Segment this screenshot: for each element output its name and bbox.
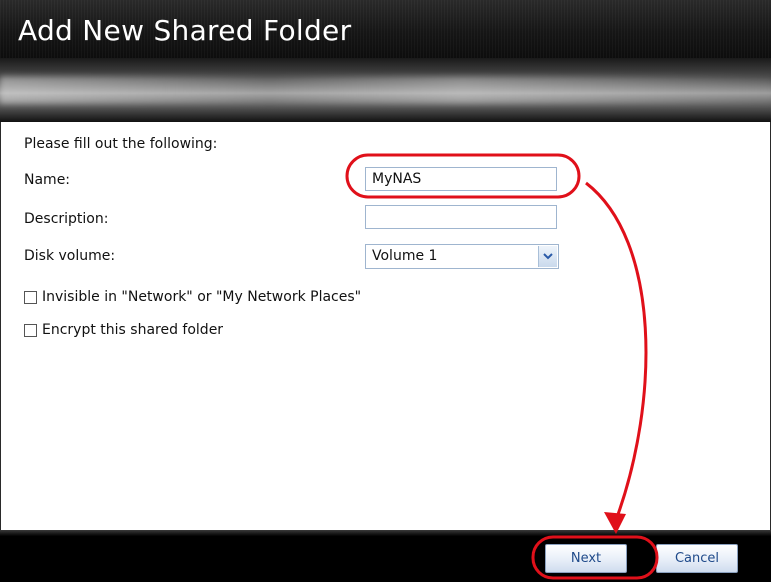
form-panel: Please fill out the following: Name: MyN…: [8, 122, 763, 528]
encrypt-label: Encrypt this shared folder: [42, 322, 224, 338]
disk-volume-value: Volume 1: [372, 248, 438, 264]
next-button[interactable]: Next: [545, 544, 627, 573]
banner-streak: [0, 76, 771, 104]
disk-volume-select[interactable]: Volume 1: [365, 244, 559, 269]
name-field[interactable]: MyNAS: [365, 167, 557, 191]
encrypt-checkbox[interactable]: [24, 323, 37, 337]
dialog-footer: Next Cancel: [0, 530, 771, 582]
chevron-down-icon[interactable]: [538, 246, 557, 267]
dialog-title: Add New Shared Folder: [18, 14, 352, 47]
encrypt-option[interactable]: Encrypt this shared folder: [24, 321, 223, 339]
description-field[interactable]: [365, 205, 557, 229]
invisible-option[interactable]: Invisible in "Network" or "My Network Pl…: [24, 288, 361, 306]
invisible-checkbox[interactable]: [24, 290, 37, 304]
header-banner: [0, 58, 771, 122]
disk-volume-label: Disk volume:: [24, 248, 116, 264]
title-bar: Add New Shared Folder: [0, 0, 771, 58]
name-label: Name:: [24, 172, 71, 188]
form-intro: Please fill out the following:: [24, 136, 218, 152]
invisible-label: Invisible in "Network" or "My Network Pl…: [42, 289, 362, 305]
description-label: Description:: [24, 211, 109, 227]
cancel-button[interactable]: Cancel: [656, 544, 738, 573]
